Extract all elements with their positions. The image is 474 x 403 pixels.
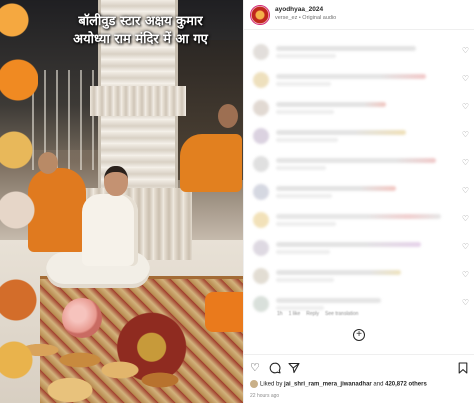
comment-heart-icon[interactable]: ♡: [462, 103, 469, 111]
comment-text-blurred: [276, 158, 436, 163]
commenter-avatar[interactable]: [253, 100, 269, 116]
comment-text-blurred: [276, 46, 416, 51]
video-caption-overlay: बॉलीवुड स्टार अक्षय कुमार अयोध्या राम मं…: [38, 13, 243, 49]
comment-like-count[interactable]: 1 like: [289, 311, 301, 317]
comment-heart-icon[interactable]: ♡: [462, 215, 469, 223]
load-more-comments-icon[interactable]: +: [353, 329, 365, 341]
commenter-avatar[interactable]: [253, 212, 269, 228]
comment-heart-icon[interactable]: ♡: [462, 271, 469, 279]
comment-meta-blurred: [276, 138, 338, 142]
comments-list[interactable]: ♡ ♡ ♡ ♡ ♡ ♡ ♡ ♡ ♡ ♡: [244, 32, 474, 340]
seated-man-head: [104, 166, 128, 196]
comment-text-blurred: [276, 270, 401, 275]
comment-meta-blurred: [276, 250, 330, 254]
comment-item[interactable]: ♡: [244, 262, 474, 290]
comment-heart-icon[interactable]: ♡: [462, 243, 469, 251]
comment-text-blurred: [276, 130, 406, 135]
comment-time: 1h: [277, 311, 283, 317]
caption-line-2: अयोध्या राम मंदिर में आ गए: [73, 32, 208, 47]
priest-right: [180, 134, 242, 192]
commenter-avatar[interactable]: [253, 156, 269, 172]
post-media[interactable]: बॉलीवुड स्टार अक्षय कुमार अयोध्या राम मं…: [0, 0, 243, 403]
comment-icon[interactable]: [269, 362, 281, 377]
audio-attribution[interactable]: verse_ez • Original audio: [275, 15, 336, 21]
comment-meta-row: 1h 1 like Reply See translation: [277, 311, 364, 317]
comment-item[interactable]: ♡: [244, 150, 474, 178]
post-side-panel: ayodhyaa_2024 verse_ez • Original audio …: [243, 0, 474, 403]
comment-text-blurred: [276, 242, 421, 247]
comment-text-blurred: [276, 298, 381, 303]
commenter-avatar[interactable]: [253, 296, 269, 312]
comment-heart-icon[interactable]: ♡: [462, 159, 469, 167]
comment-reply-link[interactable]: Reply: [306, 311, 319, 317]
comment-text-blurred: [276, 74, 426, 79]
comment-heart-icon[interactable]: ♡: [462, 75, 469, 83]
flower-garlands: [0, 0, 38, 403]
flower-ball: [62, 298, 102, 338]
comment-item[interactable]: ♡: [244, 206, 474, 234]
likes-prefix: Liked by: [260, 381, 283, 388]
comment-item[interactable]: ♡: [244, 94, 474, 122]
commenter-avatar[interactable]: [253, 72, 269, 88]
comment-text-blurred: [276, 186, 396, 191]
comment-meta-blurred: [276, 54, 336, 58]
profile-avatar[interactable]: [250, 5, 270, 25]
priest-right-head: [218, 104, 238, 128]
priest-left-head: [38, 152, 58, 174]
caption-line-1: बॉलीवुड स्टार अक्षय कुमार: [78, 14, 203, 29]
comment-heart-icon[interactable]: ♡: [462, 47, 469, 55]
commenter-avatar[interactable]: [253, 44, 269, 60]
liker-avatar[interactable]: [250, 380, 258, 388]
likes-and: and: [373, 381, 384, 388]
comment-item[interactable]: ♡: [244, 178, 474, 206]
comment-meta-blurred: [276, 278, 334, 282]
action-bar: ♡: [244, 354, 474, 378]
comment-item[interactable]: ♡: [244, 66, 474, 94]
commenter-avatar[interactable]: [253, 128, 269, 144]
comment-text-blurred: [276, 102, 386, 107]
commenter-avatar[interactable]: [253, 240, 269, 256]
likes-others-count[interactable]: 420,872 others: [385, 382, 427, 388]
liker-username[interactable]: jai_shri_ram_mera_jiwanadhar: [284, 382, 372, 388]
comment-heart-icon[interactable]: ♡: [462, 187, 469, 195]
comment-meta-blurred: [276, 110, 334, 114]
profile-username[interactable]: ayodhyaa_2024: [275, 6, 323, 13]
saffron-cloth: [205, 292, 243, 332]
commenter-avatar[interactable]: [253, 184, 269, 200]
likes-summary[interactable]: Liked by jai_shri_ram_mera_jiwanadhar an…: [250, 380, 427, 388]
comment-text-blurred: [276, 214, 441, 219]
comment-item[interactable]: ♡: [244, 234, 474, 262]
comment-meta-blurred: [276, 306, 324, 310]
comment-meta-blurred: [276, 82, 331, 86]
heart-icon[interactable]: ♡: [250, 362, 260, 374]
comment-heart-icon[interactable]: ♡: [462, 299, 469, 307]
post-header: ayodhyaa_2024 verse_ez • Original audio: [244, 0, 474, 30]
seated-man-kurta: [82, 194, 138, 266]
comment-meta-blurred: [276, 222, 336, 226]
comment-item[interactable]: ♡: [244, 38, 474, 66]
sweets-offering: [10, 320, 200, 403]
comment-meta-blurred: [276, 194, 332, 198]
share-icon[interactable]: [288, 362, 300, 377]
commenter-avatar[interactable]: [253, 268, 269, 284]
see-translation-link[interactable]: See translation: [325, 311, 358, 317]
pillar-capital: [90, 86, 186, 116]
comment-meta-blurred: [276, 166, 326, 170]
comment-item[interactable]: ♡: [244, 122, 474, 150]
post-timestamp: 22 hours ago: [250, 393, 280, 399]
bookmark-icon[interactable]: [458, 362, 468, 377]
comment-heart-icon[interactable]: ♡: [462, 131, 469, 139]
